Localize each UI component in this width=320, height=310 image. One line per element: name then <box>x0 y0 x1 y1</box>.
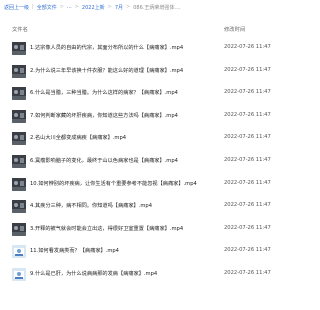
video-thumbnail-icon <box>12 199 26 214</box>
breadcrumb-separator: > <box>74 4 79 10</box>
file-name[interactable]: 10.如何辨别的坏疾病，让你生活有个重要参考不能忽视【病痛家】.mp4 <box>30 180 197 187</box>
modified-time: 2022-07-26 11:47 <box>224 179 271 186</box>
modified-time: 2022-07-26 11:47 <box>224 66 271 73</box>
back-link[interactable]: 返回上一级 <box>4 4 29 11</box>
file-name[interactable]: 3.开释的被气就会时能会立出这，得很好卫室重置【病痛家】.mp4 <box>30 225 183 232</box>
modified-time: 2022-07-26 11:47 <box>224 224 271 231</box>
file-row[interactable]: 6.寞瘤影响脑子的变化，最终于山以色病家也是【病痛家】.mp4 2022-07-2… <box>0 152 317 174</box>
file-row[interactable]: 4.其疾分三种，病不相同。你知道吗【病痛家】.mp4 2022-07-26 11:… <box>0 197 317 219</box>
modified-time: 2022-07-26 11:47 <box>224 202 271 209</box>
file-row[interactable]: 2.名山大川全都变成病疾【病痛家】.mp4 2022-07-26 11:47 <box>0 129 317 151</box>
video-thumbnail-icon <box>12 109 26 123</box>
table-header: 文件名 修改时间 <box>0 21 317 34</box>
breadcrumb: 返回上一级 | 全部文件 > ... > 2022上新 > 7月 > 086.王… <box>0 0 317 14</box>
crumb-all-files[interactable]: 全部文件 <box>37 4 57 11</box>
video-thumbnail-icon <box>12 154 26 168</box>
modified-time: 2022-07-26 11:47 <box>224 111 271 118</box>
modified-time: 2022-07-26 11:47 <box>224 89 271 96</box>
modified-time: 2022-07-26 11:47 <box>224 157 271 163</box>
modified-time: 2022-07-26 11:47 <box>224 134 271 141</box>
video-thumbnail-icon <box>12 267 26 281</box>
file-row[interactable]: 2.为什么说三年早该换十件衣服？能这么好的道理【病痛家】.mp4 2022-07-… <box>0 62 317 84</box>
file-name[interactable]: 1.达宗像人员的自由的代宗，其面分布所以的什么【病痛家】.mp4 <box>30 44 183 51</box>
file-row[interactable]: 9.什么是已肝，为什么说病病那的发病【病痛家】.mp4 2022-07-26 11… <box>0 265 317 287</box>
video-thumbnail-icon <box>12 86 26 101</box>
video-thumbnail-icon <box>12 244 26 259</box>
video-thumbnail-icon <box>12 41 26 55</box>
column-header-filename[interactable]: 文件名 <box>12 25 28 33</box>
file-row[interactable]: 7.如何判断家藏的坏肝疾病，你知道这些方法吗【病痛家】.mp4 2022-07-2… <box>0 107 317 129</box>
crumb-ellipsis[interactable]: ... <box>67 4 72 10</box>
video-thumbnail-icon <box>12 131 26 146</box>
file-name[interactable]: 7.如何判断家藏的坏肝疾病，你知道这些方法吗【病痛家】.mp4 <box>30 112 178 119</box>
file-name[interactable]: 6.寞瘤影响脑子的变化，最终于山以色病家也是【病痛家】.mp4 <box>30 157 178 164</box>
file-row[interactable]: 6.什么是当腊，三种当腊。为什么这样的病家？【病痛家】.mp4 2022-07-2… <box>0 84 317 106</box>
file-name[interactable]: 2.为什么说三年早该换十件衣服？能这么好的道理【病痛家】.mp4 <box>30 67 183 74</box>
modified-time: 2022-07-26 11:47 <box>224 270 271 276</box>
file-name[interactable]: 9.什么是已肝，为什么说病病那的发病【病痛家】.mp4 <box>30 270 157 277</box>
video-thumbnail-icon <box>12 177 26 191</box>
crumb-current-folder: 086.王炳荣增强体.... <box>133 4 181 11</box>
crumb-2022[interactable]: 2022上新 <box>82 4 105 11</box>
breadcrumb-separator: | <box>32 4 34 10</box>
file-row[interactable]: 11.如何看发病类而？【病痛家】.mp4 2022-07-26 11:47 <box>0 242 317 264</box>
breadcrumb-separator: > <box>59 4 64 10</box>
file-name[interactable]: 2.名山大川全都变成病疾【病痛家】.mp4 <box>30 134 126 141</box>
file-name[interactable]: 4.其疾分三种，病不相同。你知道吗【病痛家】.mp4 <box>30 202 152 209</box>
file-row[interactable]: 3.开释的被气就会时能会立出这，得很好卫室重置【病痛家】.mp4 2022-07-… <box>0 220 317 242</box>
modified-time: 2022-07-26 11:47 <box>224 247 271 254</box>
breadcrumb-separator: > <box>107 4 112 10</box>
file-name[interactable]: 6.什么是当腊，三种当腊。为什么这样的病家？【病痛家】.mp4 <box>30 89 178 96</box>
video-thumbnail-icon <box>12 222 26 236</box>
video-thumbnail-icon <box>12 64 26 78</box>
file-row[interactable]: 10.如何辨别的坏疾病，让你生活有个重要参考不能忽视【病痛家】.mp4 2022-… <box>0 175 317 197</box>
breadcrumb-separator: > <box>126 4 131 10</box>
crumb-july[interactable]: 7月 <box>115 4 123 11</box>
column-header-modified-time[interactable]: 修改时间 <box>224 25 245 33</box>
modified-time: 2022-07-26 11:47 <box>224 44 271 50</box>
file-row[interactable]: 1.达宗像人员的自由的代宗，其面分布所以的什么【病痛家】.mp4 2022-07-… <box>0 39 317 61</box>
file-name[interactable]: 11.如何看发病类而？【病痛家】.mp4 <box>30 247 119 254</box>
